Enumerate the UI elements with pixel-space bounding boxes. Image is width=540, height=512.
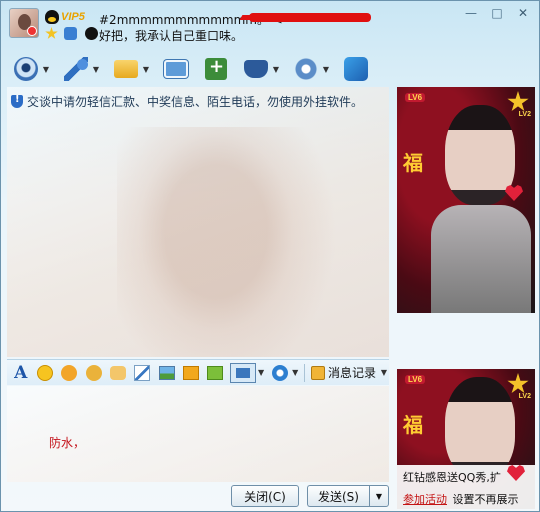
gift-box-button[interactable] [205, 362, 226, 384]
share-icon [344, 57, 368, 81]
fortune-decoration: 福 [403, 413, 423, 437]
chat-window: VIP5 #2mmmmmmmmmmmm。 < 好把，我承认自己重口味。 — □ … [0, 0, 540, 512]
message-input[interactable]: 防水， [7, 386, 389, 482]
level-small-badge: LV2 [518, 393, 531, 400]
remote-assist-button[interactable] [241, 54, 271, 84]
shield-icon [11, 94, 23, 108]
qq-penguin-icon [45, 10, 59, 24]
add-app-icon [205, 56, 227, 80]
message-history[interactable]: 交谈中请勿轻信汇款、中奖信息、陌生电话，勿使用外挂软件。 [7, 87, 389, 357]
send-card-button[interactable] [161, 54, 191, 84]
music-button[interactable] [269, 362, 290, 384]
send-options-dropdown[interactable]: ▼ [369, 485, 389, 507]
shake-icon [85, 364, 102, 381]
send-gift-button[interactable] [180, 362, 201, 384]
add-app-button[interactable] [201, 54, 231, 84]
remote-assist-dropdown[interactable]: ▼ [271, 65, 281, 74]
voice-call-dropdown[interactable]: ▼ [91, 65, 101, 74]
voice-call-button[interactable] [61, 54, 91, 84]
level-badge: LV6 [405, 375, 426, 384]
shake-button[interactable] [83, 362, 104, 384]
join-activity-link[interactable]: 参加活动 [403, 493, 447, 506]
security-notice-text: 交谈中请勿轻信汇款、中奖信息、陌生电话，勿使用外挂软件。 [27, 95, 364, 109]
close-button[interactable]: 关闭(C) [231, 485, 299, 507]
message-history-button[interactable]: 消息记录 ▼ [310, 364, 389, 381]
send-file-dropdown[interactable]: ▼ [141, 65, 151, 74]
qq-zone-icon[interactable] [64, 27, 77, 40]
vip-badge[interactable]: VIP5 [61, 11, 85, 23]
video-call-button[interactable] [11, 54, 41, 84]
screenshot-icon [229, 362, 256, 383]
pen-icon [134, 364, 151, 381]
image-icon [158, 365, 175, 380]
magic-face-icon [61, 364, 78, 381]
file-transfer-icon [114, 60, 138, 78]
doodle-button[interactable] [132, 362, 153, 384]
screenshot-dropdown[interactable]: ▼ [256, 368, 266, 377]
microphone-icon [64, 57, 88, 81]
font-button[interactable]: A [10, 362, 31, 384]
show-portrait [445, 377, 515, 477]
fortune-decoration: 福 [403, 151, 423, 175]
format-toolbar: A ▼ ▼ 消息记录 ▼ [7, 359, 389, 385]
status-icons [45, 27, 77, 40]
show-portrait [445, 105, 515, 205]
security-notice: 交谈中请勿轻信汇款、中奖信息、陌生电话，勿使用外挂软件。 [11, 93, 363, 110]
close-window-button[interactable]: ✕ [511, 5, 535, 21]
music-dropdown[interactable]: ▼ [290, 368, 300, 377]
hand-icon [110, 365, 127, 380]
minimize-button[interactable]: — [459, 5, 483, 21]
video-call-dropdown[interactable]: ▼ [41, 65, 51, 74]
magic-face-button[interactable] [59, 362, 80, 384]
send-file-button[interactable] [111, 54, 141, 84]
contact-signature: 好把，我承认自己重口味。 [99, 29, 244, 43]
settings-dropdown[interactable]: ▼ [321, 65, 331, 74]
remote-assist-icon [244, 60, 268, 78]
qq-show-avatar[interactable]: 福 LV6 LV2 [397, 87, 535, 313]
send-card-icon [164, 60, 188, 78]
screenshot-button[interactable] [229, 362, 256, 384]
voice-message-button[interactable] [107, 362, 128, 384]
chat-header: VIP5 #2mmmmmmmmmmmm。 < 好把，我承认自己重口味。 — □ … [1, 1, 539, 45]
main-toolbar: ▼ ▼ ▼ ▼ ▼ [11, 51, 371, 87]
share-button[interactable] [341, 54, 371, 84]
window-controls: — □ ✕ [459, 5, 535, 21]
camera-icon [14, 57, 38, 81]
message-history-label: 消息记录 [327, 366, 376, 380]
history-dropdown[interactable]: ▼ [379, 368, 389, 377]
music-icon [271, 364, 288, 381]
promo-text: 红钻感恩送QQ秀,扩 [403, 471, 501, 484]
history-icon [310, 365, 325, 380]
send-button[interactable]: 发送(S) [307, 485, 369, 507]
send-image-button[interactable] [156, 362, 177, 384]
maximize-button[interactable]: □ [485, 5, 509, 21]
redaction-mark [249, 13, 371, 22]
gift-icon [183, 365, 200, 380]
toolbar-divider [304, 363, 305, 382]
hide-promo-link[interactable]: 设置不再展示 [453, 493, 519, 506]
emoji-button[interactable] [34, 362, 55, 384]
gift-box-icon [207, 365, 224, 380]
my-qq-show[interactable]: 福 LV6 LV2 红钻感恩送QQ秀,扩 参加活动 设置不再展示 [397, 369, 535, 509]
star-icon[interactable] [45, 27, 58, 39]
level-badge: LV6 [405, 93, 426, 102]
settings-button[interactable] [291, 54, 321, 84]
smiley-icon [37, 364, 54, 381]
settings-icon [293, 56, 319, 82]
pet-icon[interactable] [85, 27, 98, 40]
message-input-text[interactable]: 防水， [49, 434, 85, 451]
level-small-badge: LV2 [518, 111, 531, 118]
online-status-icon [27, 26, 37, 36]
chat-background-image [117, 127, 337, 357]
